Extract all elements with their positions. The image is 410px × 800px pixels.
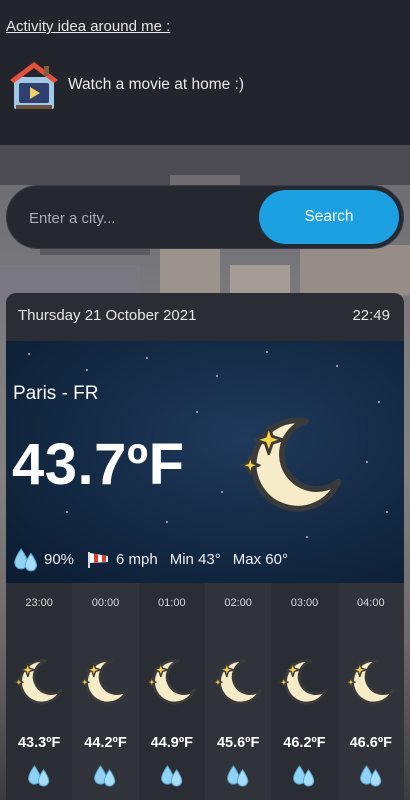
max-temperature: Max 60° [232,550,288,568]
hour-time: 03:00 [290,597,319,609]
weather-card-header: Thursday 21 October 2021 22:49 [6,293,404,341]
windsock-icon [88,552,109,568]
activity-idea: Watch a movie at home :) [8,58,244,112]
hourly-forecast: 23:00 43.3ºF 00:00 44.2ºF 01:00 44.9ºF 0… [6,583,404,800]
humidity-icon [225,761,251,789]
city-search-input[interactable] [29,202,249,234]
hour-time: 00:00 [91,597,120,609]
humidity-icon [358,761,384,789]
city-search-bar: Search [6,185,404,249]
hour-time: 23:00 [25,597,53,609]
weather-date: Thursday 21 October 2021 [18,307,197,324]
activity-heading[interactable]: Activity idea around me : [6,18,170,35]
humidity-icon [291,761,317,789]
hourly-item: 01:00 44.9ºF [139,583,205,800]
hour-time: 01:00 [158,597,186,609]
activity-section: Activity idea around me : Watch a movie … [0,0,410,145]
hour-temperature: 44.9ºF [150,735,193,751]
current-temperature: 43.7ºF [12,432,185,497]
crescent-moon-stars-icon [276,653,332,709]
hour-temperature: 46.2ºF [283,735,326,751]
hour-time: 04:00 [357,597,385,609]
crescent-moon-stars-icon [234,405,350,521]
weather-time: 22:49 [352,307,390,324]
humidity-icon [12,544,40,574]
hourly-item: 02:00 45.6ºF [204,583,272,800]
crescent-moon-stars-icon [343,653,399,709]
search-button[interactable]: Search [259,190,399,244]
activity-text: Watch a movie at home :) [68,76,245,93]
min-temperature: Min 43° [169,550,221,568]
humidity-icon [26,761,52,789]
crescent-moon-stars-icon [210,653,266,709]
current-weather-panel: Paris - FR 43.7ºF 90% 6 mph Min 43° Max … [6,341,404,583]
hourly-item: 00:00 44.2ºF [72,583,139,800]
humidity-value: 90% [44,550,75,568]
humidity-icon [159,761,185,789]
hourly-item: 23:00 43.3ºF [6,583,72,800]
hour-time: 02:00 [224,597,252,609]
city-name: Paris - FR [13,383,99,404]
humidity-icon [92,761,118,789]
wind-value: 6 mph [116,550,158,568]
crescent-moon-stars-icon [77,653,133,709]
hour-temperature: 43.3ºF [17,735,61,751]
hourly-item: 03:00 46.2ºF [271,583,337,800]
hour-temperature: 45.6ºF [216,735,260,751]
crescent-moon-stars-icon [11,653,67,709]
hour-temperature: 46.6ºF [349,735,392,751]
weather-card: Thursday 21 October 2021 22:49 Paris - F… [6,293,404,800]
weather-stats: 90% 6 mph Min 43° Max 60° [12,541,288,577]
hour-temperature: 44.2ºF [84,735,127,751]
house-movie-icon [10,62,58,109]
crescent-moon-stars-icon [144,653,200,709]
hourly-item: 04:00 46.6ºF [337,583,404,800]
